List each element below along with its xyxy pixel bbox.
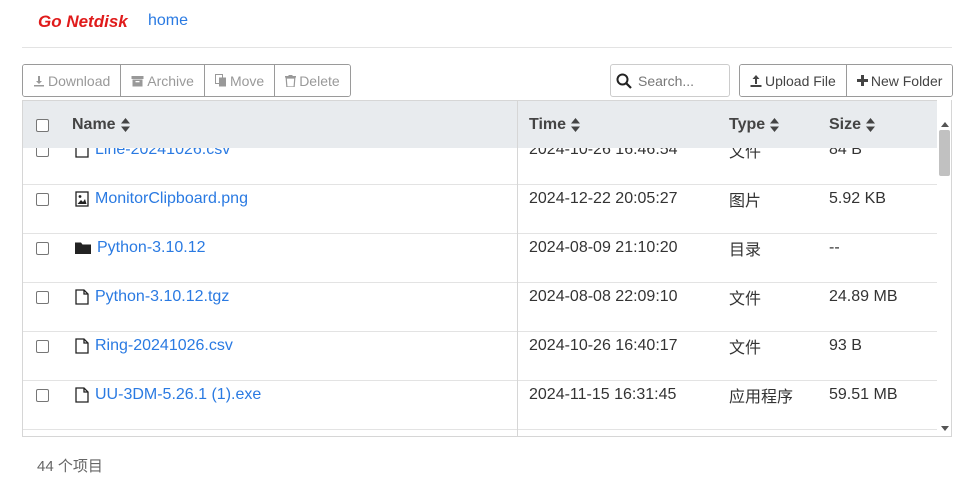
table-row[interactable]: UU-3DM-5.26.1 (1).exe 2024-11-15 16:31:4… [23,381,937,430]
archive-button[interactable]: Archive [121,65,205,96]
create-action-group: Upload File New Folder [739,64,954,97]
file-action-group: Download Archive Move Delete [22,64,351,97]
scroll-down-arrow-icon[interactable] [941,426,949,431]
file-type: 应用程序 [729,389,794,406]
file-size: -- [829,239,840,256]
table-row[interactable]: Ring-20241026.csv 2024-10-26 16:40:17 文件… [23,332,937,381]
file-size: 24.89 MB [829,288,898,305]
row-checkbox[interactable] [36,192,49,206]
file-time: 2024-12-22 20:05:27 [529,190,678,207]
row-checkbox[interactable] [36,339,49,353]
file-time: 2024-08-08 22:09:10 [529,288,678,305]
search-icon [616,73,632,89]
download-button[interactable]: Download [23,65,122,96]
select-all-checkbox[interactable] [36,118,49,132]
table-scrollbar[interactable] [937,100,951,436]
file-size: 59.51 MB [829,386,898,403]
file-type: 图片 [729,193,762,210]
delete-button[interactable]: Delete [275,65,350,96]
scrollbar-thumb[interactable] [939,130,950,176]
file-icon [75,338,89,354]
file-name-link[interactable]: Ring-20241026.csv [95,337,233,355]
brand-logo[interactable]: Go Netdisk [38,12,128,32]
column-time-label: Time [529,116,567,133]
table-row[interactable]: Python-3.10.12 2024-08-09 21:10:20 目录 -- [23,234,937,283]
archive-label: Archive [147,72,194,89]
upload-file-button[interactable]: Upload File [740,65,847,96]
item-count: 44 个项目 [37,458,103,475]
search-input[interactable] [638,72,726,89]
upload-icon [750,74,762,87]
download-icon [34,75,44,86]
file-name-link[interactable]: Python-3.10.12 [97,239,206,257]
image-file-icon [75,191,89,207]
nav-home-link[interactable]: home [148,12,188,30]
column-name-label: Name [72,116,116,133]
new-folder-label: New Folder [870,72,943,89]
row-checkbox[interactable] [36,241,49,255]
column-header-time[interactable]: Time [529,101,581,149]
column-header-name[interactable]: Name [72,101,130,149]
archive-icon [131,75,144,86]
table-row[interactable]: Python-3.10.12.tgz 2024-08-08 22:09:10 文… [23,283,937,332]
file-time: 2024-10-26 16:40:17 [529,337,678,354]
column-header-type[interactable]: Type [729,101,780,149]
file-list: Line-20241026.csv 2024-10-26 16:46:54 文件… [23,141,937,436]
file-time: 2024-08-09 21:10:20 [529,239,678,256]
plus-icon [856,75,868,86]
table-header: Name Time Type Size [23,100,937,148]
row-checkbox[interactable] [36,388,49,402]
sort-icon [120,118,130,132]
file-type: 文件 [729,340,762,357]
copy-icon [214,74,226,87]
file-name-link[interactable]: UU-3DM-5.26.1 (1).exe [95,386,261,404]
column-header-size[interactable]: Size [829,101,876,149]
scroll-up-arrow-icon[interactable] [941,122,949,127]
file-time: 2024-11-15 16:31:45 [529,386,677,403]
file-table: Line-20241026.csv 2024-10-26 16:46:54 文件… [22,100,952,437]
file-icon [75,289,89,305]
top-navbar: Go Netdisk home [22,0,952,48]
move-button[interactable]: Move [204,65,276,96]
sort-icon [770,118,780,132]
file-type: 文件 [729,291,762,308]
trash-icon [285,74,297,87]
search-box [610,64,730,97]
folder-icon [75,242,91,254]
upload-file-label: Upload File [765,72,836,89]
file-size: 5.92 KB [829,190,886,207]
file-name-link[interactable]: MonitorClipboard.png [95,190,248,208]
column-size-label: Size [829,116,862,133]
file-size: 93 B [829,337,862,354]
move-label: Move [229,72,265,89]
download-label: Download [48,72,111,89]
file-name-link[interactable]: Python-3.10.12.tgz [95,288,229,306]
sort-icon [571,118,581,132]
file-type: 目录 [729,242,762,259]
file-icon [75,387,89,403]
toolbar: Download Archive Move Delete Upload File… [22,64,954,98]
row-checkbox[interactable] [36,290,49,304]
delete-label: Delete [299,72,340,89]
new-folder-button[interactable]: New Folder [846,65,953,96]
sort-icon [866,118,876,132]
table-row[interactable]: MonitorClipboard.png 2024-12-22 20:05:27… [23,185,937,234]
column-divider [517,100,518,436]
column-type-label: Type [729,116,766,133]
